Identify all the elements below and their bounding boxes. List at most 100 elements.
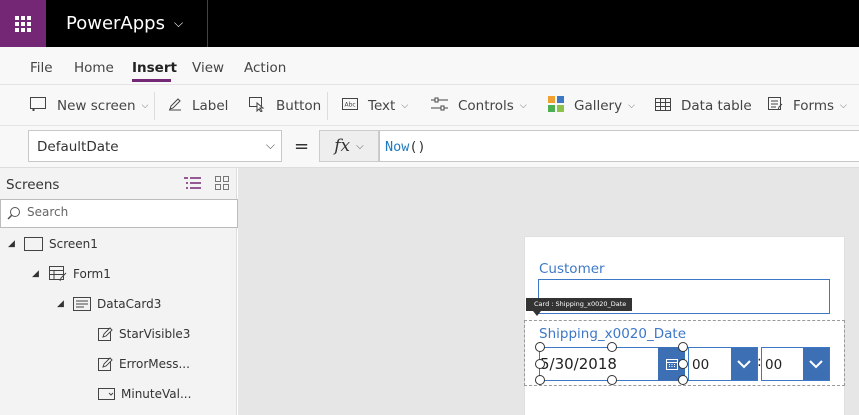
customer-label: Customer [539, 261, 605, 277]
tree-item-label: StarVisible3 [119, 327, 191, 341]
screens-panel: Screens ◢ Screen1 ◢ Form1 ◢ DataCard3 [0, 168, 238, 415]
selection-tooltip: Card : Shipping_x0020_Date [526, 298, 632, 311]
tree-item-screen1[interactable]: Screen1 [24, 233, 98, 255]
collapse-triangle-icon[interactable]: ◢ [57, 299, 64, 309]
screen-icon [24, 237, 43, 251]
chevron-down-icon [737, 359, 751, 368]
form-icon [49, 266, 67, 282]
forms-icon [768, 97, 783, 115]
resize-handle[interactable] [678, 359, 688, 369]
minute-dropdown[interactable]: 00 [761, 347, 830, 381]
thumbnail-view-icon[interactable] [215, 176, 229, 194]
tree-item-label: DataCard3 [97, 297, 162, 311]
fx-button[interactable]: fx ⌵ [319, 130, 379, 162]
label-icon [168, 97, 182, 115]
label-label: Label [192, 98, 229, 114]
new-screen-button[interactable]: New screen ⌵ [30, 97, 148, 115]
panel-title: Screens [6, 177, 60, 193]
tab-file[interactable]: File [30, 60, 53, 76]
tree-item-label: ErrorMess... [119, 357, 190, 371]
gallery-label: Gallery [574, 98, 623, 114]
collapse-triangle-icon[interactable]: ◢ [8, 239, 15, 249]
text-label: Text [368, 98, 396, 114]
chevron-down-icon: ⌵ [141, 101, 149, 111]
controls-label: Controls [458, 98, 514, 114]
controls-button[interactable]: Controls ⌵ [431, 97, 527, 115]
gallery-icon [548, 96, 564, 116]
chevron-down-icon: ⌵ [840, 101, 847, 111]
formula-bar: DefaultDate ⌵ = fx ⌵ Now() [0, 126, 859, 168]
new-screen-icon [30, 97, 47, 115]
calendar-icon [665, 358, 678, 370]
shipping-date-label: Shipping_x0020_Date [539, 326, 687, 342]
ribbon-divider [327, 92, 328, 120]
edit-label-icon [98, 356, 113, 372]
tree-view-icon[interactable] [184, 177, 201, 194]
tab-view[interactable]: View [192, 60, 224, 76]
tree-item-minutevalue[interactable]: MinuteVal... [98, 383, 191, 405]
chevron-down-icon: ⌵ [628, 101, 635, 111]
collapse-triangle-icon[interactable]: ◢ [32, 269, 39, 279]
tree-item-label: MinuteVal... [121, 387, 192, 401]
data-table-button[interactable]: Data table [655, 97, 752, 115]
text-icon: Abc [342, 98, 358, 114]
tree-item-label: Screen1 [49, 237, 98, 251]
app-launcher-button[interactable] [0, 0, 46, 47]
menu-bar: File Home Insert View Action [0, 47, 859, 84]
data-table-icon [655, 97, 671, 115]
hour-dropdown-button[interactable] [731, 348, 757, 380]
tab-insert[interactable]: Insert [132, 60, 177, 76]
minute-value: 00 [765, 357, 783, 373]
text-button[interactable]: Abc Text ⌵ [342, 97, 408, 115]
resize-handle[interactable] [607, 342, 617, 352]
hour-value: 00 [692, 357, 710, 373]
tree-item-errormessage[interactable]: ErrorMess... [98, 353, 190, 375]
button-button[interactable]: Button [249, 96, 322, 116]
fx-icon: fx [334, 136, 351, 156]
property-dropdown[interactable]: DefaultDate ⌵ [28, 130, 282, 162]
label-button[interactable]: Label [168, 97, 228, 115]
app-header: PowerApps ⌵ [0, 0, 859, 47]
insert-ribbon: New screen ⌵ Label Button Abc Text ⌵ Con… [0, 84, 859, 126]
tree-item-datacard3[interactable]: DataCard3 [73, 293, 161, 315]
resize-handle[interactable] [678, 342, 688, 352]
tooltip-arrow [533, 311, 541, 316]
resize-handle[interactable] [678, 375, 688, 385]
chevron-down-icon[interactable]: ⌵ [174, 16, 183, 31]
chevron-down-icon: ⌵ [401, 101, 409, 111]
formula-function: Now [385, 139, 410, 155]
minute-dropdown-button[interactable] [803, 348, 829, 380]
formula-text: Now() [385, 139, 426, 155]
forms-label: Forms [793, 98, 835, 114]
app-name[interactable]: PowerApps [66, 13, 165, 34]
date-value: 5/30/2018 [540, 355, 617, 373]
equals-sign: = [294, 136, 310, 157]
chevron-down-icon: ⌵ [265, 138, 275, 152]
gallery-button[interactable]: Gallery ⌵ [548, 96, 635, 116]
tree-item-starvisible3[interactable]: StarVisible3 [98, 323, 190, 345]
tab-home[interactable]: Home [74, 60, 114, 76]
search-input[interactable] [27, 205, 227, 219]
search-box[interactable] [0, 199, 238, 228]
formula-input[interactable]: Now() [379, 130, 859, 162]
hour-dropdown[interactable]: 00 [688, 347, 758, 381]
resize-handle[interactable] [535, 359, 545, 369]
tree-item-label: Form1 [73, 267, 111, 281]
resize-handle[interactable] [607, 375, 617, 385]
button-label: Button [276, 98, 322, 114]
waffle-icon [15, 15, 31, 32]
forms-button[interactable]: Forms ⌵ [768, 97, 847, 115]
resize-handle[interactable] [535, 342, 545, 352]
formula-args: () [409, 139, 426, 155]
button-icon [249, 96, 266, 116]
chevron-down-icon: ⌵ [356, 140, 364, 152]
tab-action[interactable]: Action [244, 60, 286, 76]
header-divider [207, 0, 208, 47]
controls-icon [431, 97, 448, 115]
resize-handle[interactable] [535, 375, 545, 385]
ribbon-divider [154, 92, 155, 120]
tree-item-form1[interactable]: Form1 [49, 263, 111, 285]
card-icon [73, 297, 91, 311]
edit-label-icon [98, 326, 113, 342]
data-table-label: Data table [681, 98, 752, 114]
